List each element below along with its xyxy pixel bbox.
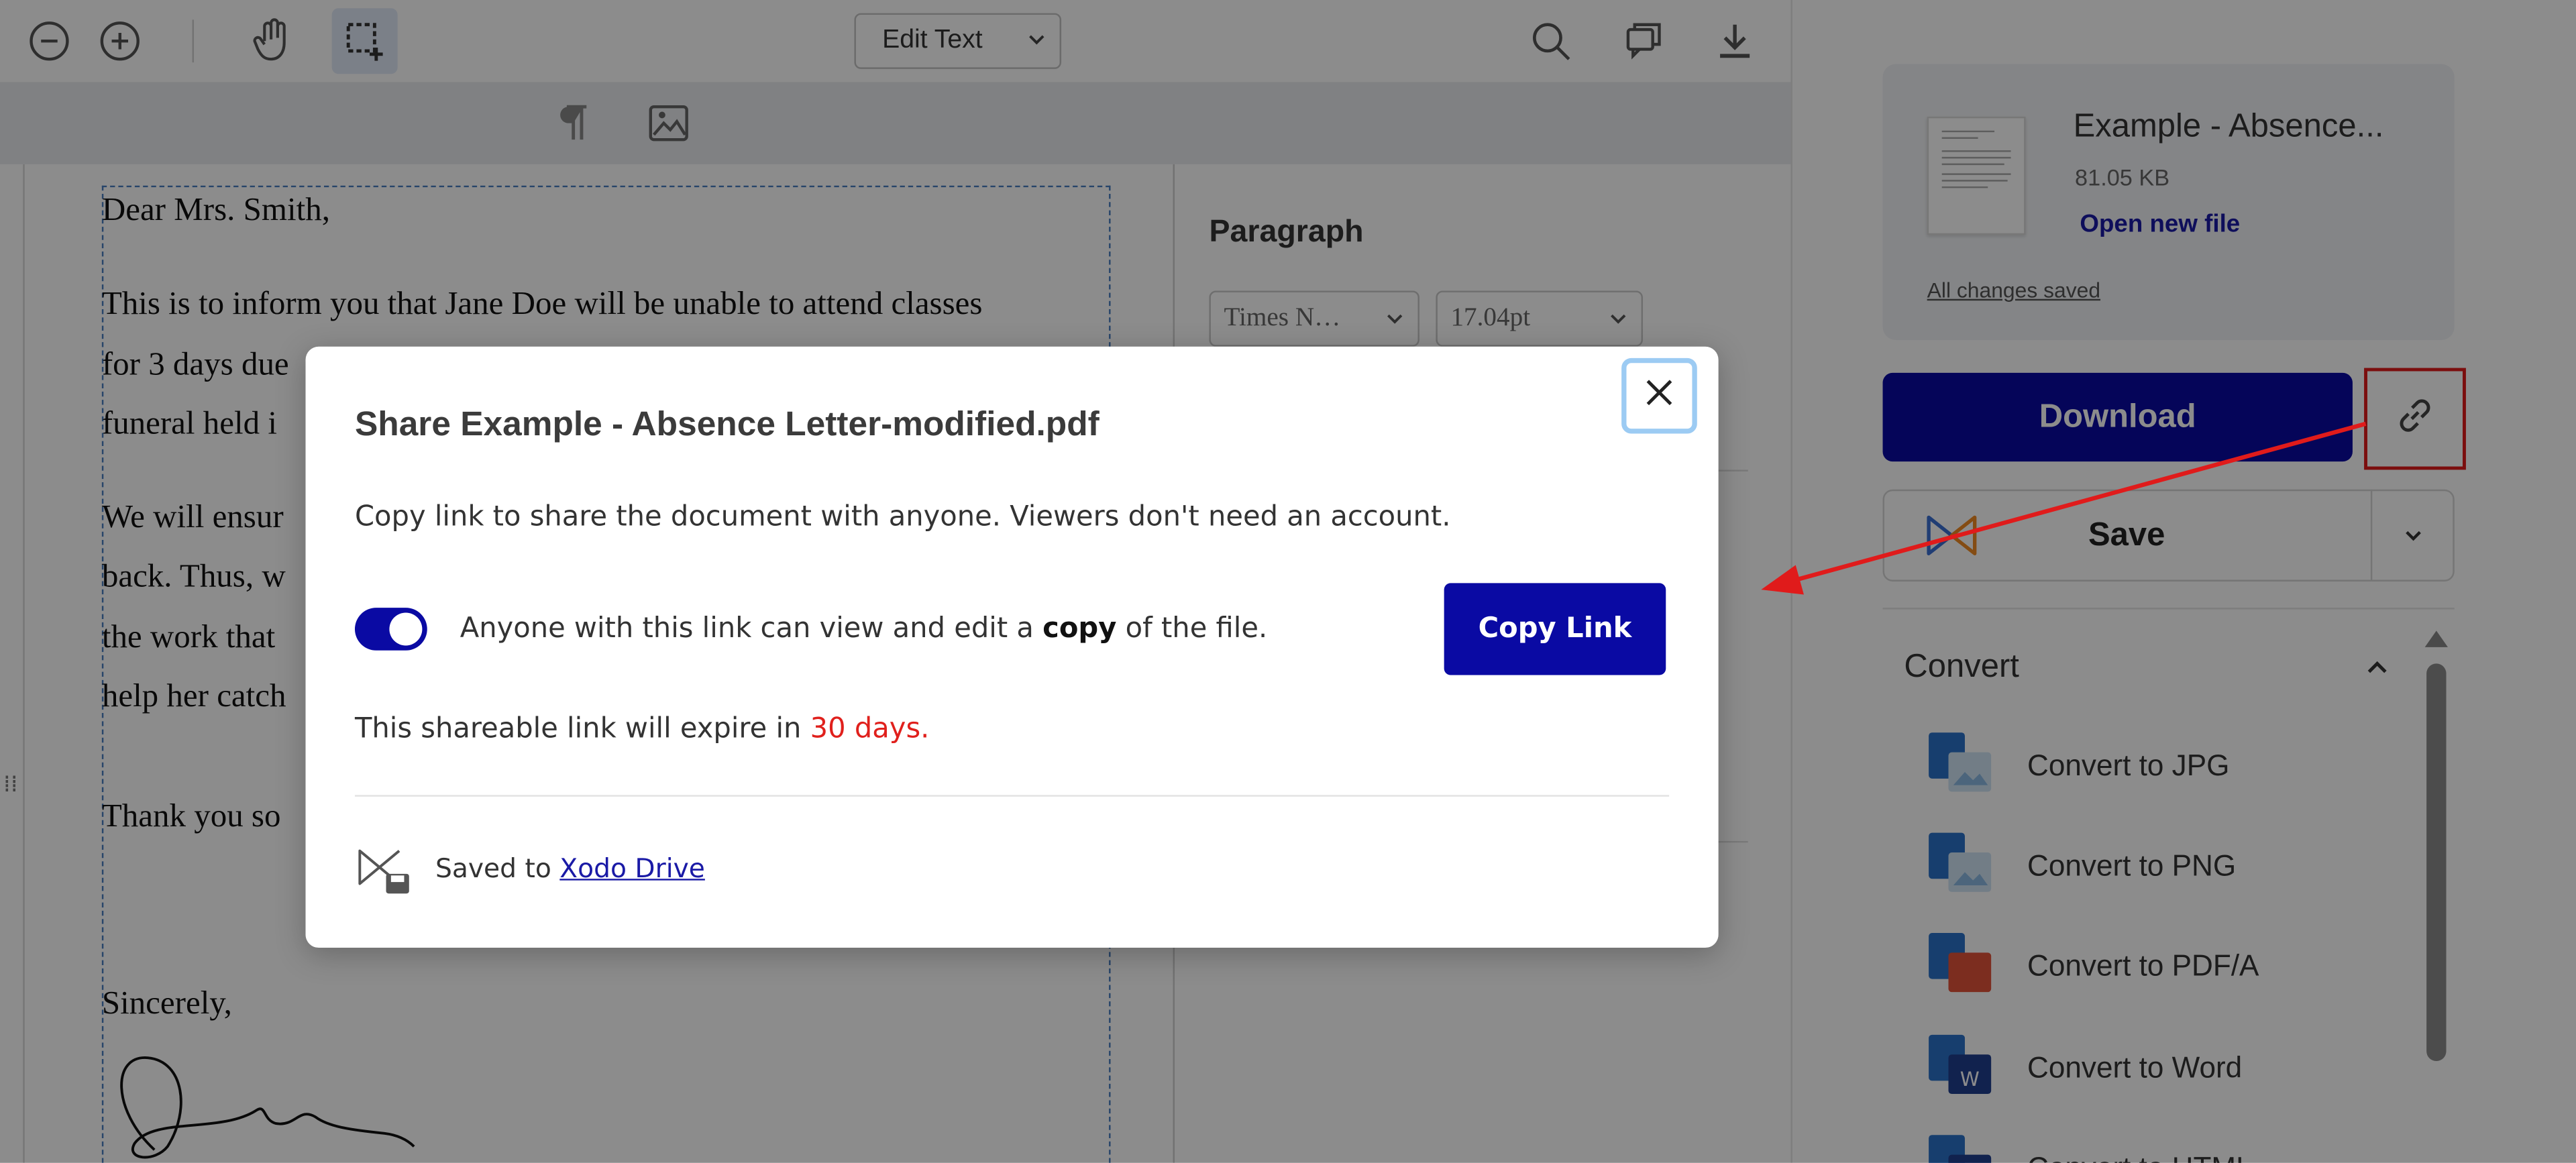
copy-link-button[interactable]: Copy Link — [1444, 583, 1666, 675]
close-button[interactable] — [1621, 357, 1697, 434]
expire-days: 30 days. — [810, 712, 930, 746]
expire-notice: This shareable link will expire in 30 da… — [355, 713, 929, 746]
cloud-save-icon — [356, 844, 412, 903]
edit-copy-toggle[interactable] — [354, 608, 427, 651]
toggle-label-end: of the file. — [1116, 612, 1268, 646]
toggle-label: Anyone with this link can view and edit … — [460, 612, 1267, 645]
expire-notice-text: This shareable link will expire in — [354, 712, 810, 746]
toggle-knob — [389, 612, 423, 646]
dialog-divider — [354, 795, 1670, 797]
saved-prefix: Saved to — [435, 852, 560, 884]
app-window: Edit Text ⁞⁞ Dear Mrs. Smith, This is to… — [0, 0, 2576, 1163]
close-icon — [1643, 376, 1676, 416]
dialog-description: Copy link to share the document with any… — [354, 500, 1451, 534]
toggle-label-bold: copy — [1042, 612, 1117, 646]
dialog-title: Share Example - Absence Letter-modified.… — [354, 405, 1099, 444]
share-dialog: Share Example - Absence Letter-modified.… — [305, 346, 1719, 948]
toggle-label-start: Anyone with this link can view and edit … — [460, 612, 1043, 646]
saved-location: Saved to Xodo Drive — [435, 852, 705, 884]
xodo-drive-link[interactable]: Xodo Drive — [559, 852, 705, 884]
